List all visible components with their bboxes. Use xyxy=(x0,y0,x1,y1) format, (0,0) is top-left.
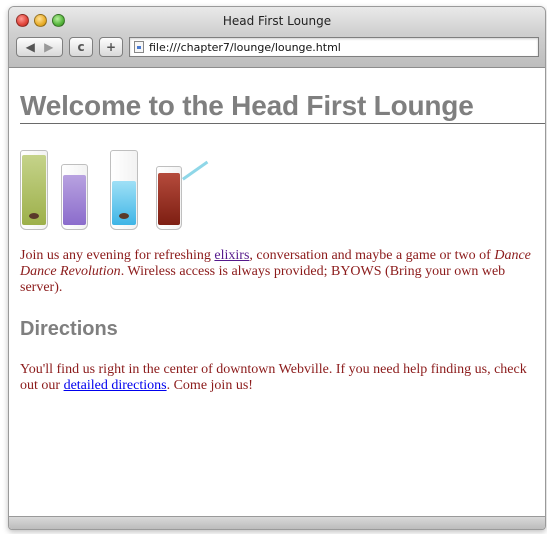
page-title: Welcome to the Head First Lounge xyxy=(20,90,545,124)
blue-drink-glass xyxy=(110,150,138,230)
directions-text-end: . Come join us! xyxy=(166,378,253,393)
forward-arrow-icon[interactable]: ▶ xyxy=(44,40,53,54)
intro-paragraph: Join us any evening for refreshing elixi… xyxy=(20,248,535,296)
browser-toolbar: ◀ ▶ c + file:///chapter7/lounge/lounge.h… xyxy=(16,35,539,59)
intro-text-start: Join us any evening for refreshing xyxy=(20,248,215,263)
back-forward-buttons[interactable]: ◀ ▶ xyxy=(16,37,63,57)
directions-paragraph: You'll find us right in the center of do… xyxy=(20,362,535,394)
reload-icon: c xyxy=(77,40,85,54)
page-content: Welcome to the Head First Lounge Join us… xyxy=(9,68,545,517)
address-text[interactable]: file:///chapter7/lounge/lounge.html xyxy=(149,41,341,54)
green-drink-glass xyxy=(20,150,48,230)
reload-button[interactable]: c xyxy=(69,37,93,57)
address-bar[interactable]: file:///chapter7/lounge/lounge.html xyxy=(129,37,539,57)
detailed-directions-link[interactable]: detailed directions xyxy=(64,378,167,393)
directions-heading: Directions xyxy=(20,318,118,340)
title-bar: Head First Lounge ◀ ▶ c + file:///chapte… xyxy=(9,7,545,68)
purple-drink-glass xyxy=(61,164,88,230)
elixirs-link[interactable]: elixirs xyxy=(214,248,249,263)
red-drink-glass xyxy=(156,166,182,230)
plus-icon: + xyxy=(105,40,117,54)
page-icon xyxy=(134,41,144,53)
browser-window: Head First Lounge ◀ ▶ c + file:///chapte… xyxy=(8,6,546,530)
straw xyxy=(182,160,209,181)
add-bookmark-button[interactable]: + xyxy=(99,37,123,57)
window-title: Head First Lounge xyxy=(222,14,332,28)
intro-text-middle: , conversation and maybe a game or two o… xyxy=(249,248,495,263)
back-arrow-icon[interactable]: ◀ xyxy=(26,40,35,54)
status-bar xyxy=(9,516,545,529)
drinks-image xyxy=(20,148,545,230)
